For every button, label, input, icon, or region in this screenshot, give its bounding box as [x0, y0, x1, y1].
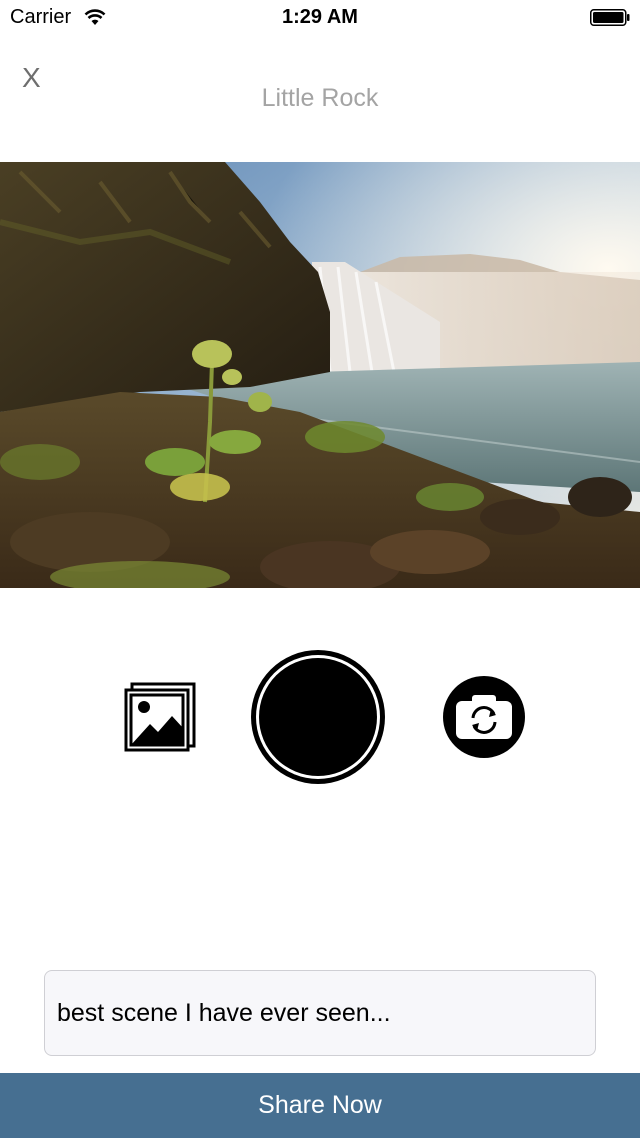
gallery-icon[interactable] [124, 682, 196, 752]
share-now-button[interactable]: Share Now [0, 1073, 640, 1138]
status-time: 1:29 AM [282, 6, 358, 28]
shutter-button[interactable] [249, 648, 387, 786]
caption-input[interactable] [57, 971, 585, 1055]
waterfall-photo [0, 162, 640, 588]
battery-icon [590, 9, 630, 26]
location-title: Little Rock [261, 84, 379, 112]
switch-camera-icon[interactable] [442, 675, 526, 759]
caption-field[interactable] [44, 970, 596, 1056]
status-bar: Carrier 1:29 AM [0, 0, 640, 36]
